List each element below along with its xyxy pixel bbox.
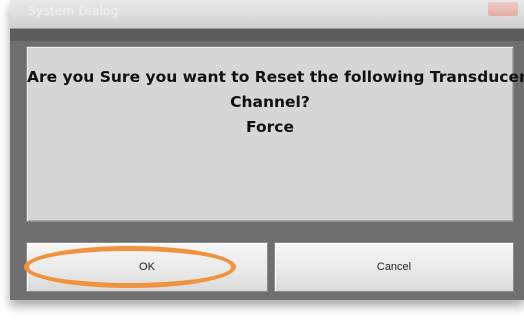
system-dialog: System Dialog Are you Sure you want to R…: [10, 0, 524, 300]
dialog-titlebar[interactable]: System Dialog: [10, 0, 524, 29]
close-icon[interactable]: [488, 2, 518, 16]
message-line-3: Force: [246, 118, 294, 136]
dialog-top-strip: [10, 29, 524, 41]
cancel-button[interactable]: Cancel: [274, 242, 514, 292]
message-line-2: Channel?: [230, 93, 310, 111]
ok-button[interactable]: OK: [26, 242, 268, 292]
confirmation-message: Are you Sure you want to Reset the follo…: [27, 65, 524, 140]
message-panel: Are you Sure you want to Reset the follo…: [26, 46, 524, 222]
screenshot-stage: System Dialog Are you Sure you want to R…: [0, 0, 524, 329]
message-line-1: Are you Sure you want to Reset the follo…: [27, 68, 524, 86]
dialog-title: System Dialog: [28, 4, 119, 18]
